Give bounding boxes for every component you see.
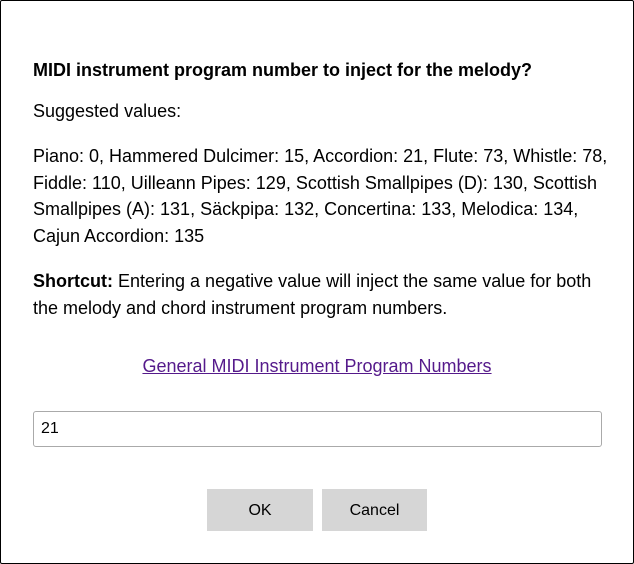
shortcut-note: Shortcut: Entering a negative value will… [33,268,609,321]
shortcut-label: Shortcut: [33,271,113,291]
midi-program-dialog: MIDI instrument program number to inject… [0,0,634,564]
suggested-values-label: Suggested values: [33,101,182,121]
dialog-title: MIDI instrument program number to inject… [33,60,533,80]
general-midi-link[interactable]: General MIDI Instrument Program Numbers [142,356,491,376]
shortcut-text: Entering a negative value will inject th… [33,271,592,318]
program-number-input[interactable] [33,411,602,447]
link-row: General MIDI Instrument Program Numbers [1,353,633,379]
suggested-values-list: Piano: 0, Hammered Dulcimer: 15, Accordi… [33,146,608,246]
ok-button[interactable]: OK [207,489,313,531]
cancel-button[interactable]: Cancel [322,489,427,531]
